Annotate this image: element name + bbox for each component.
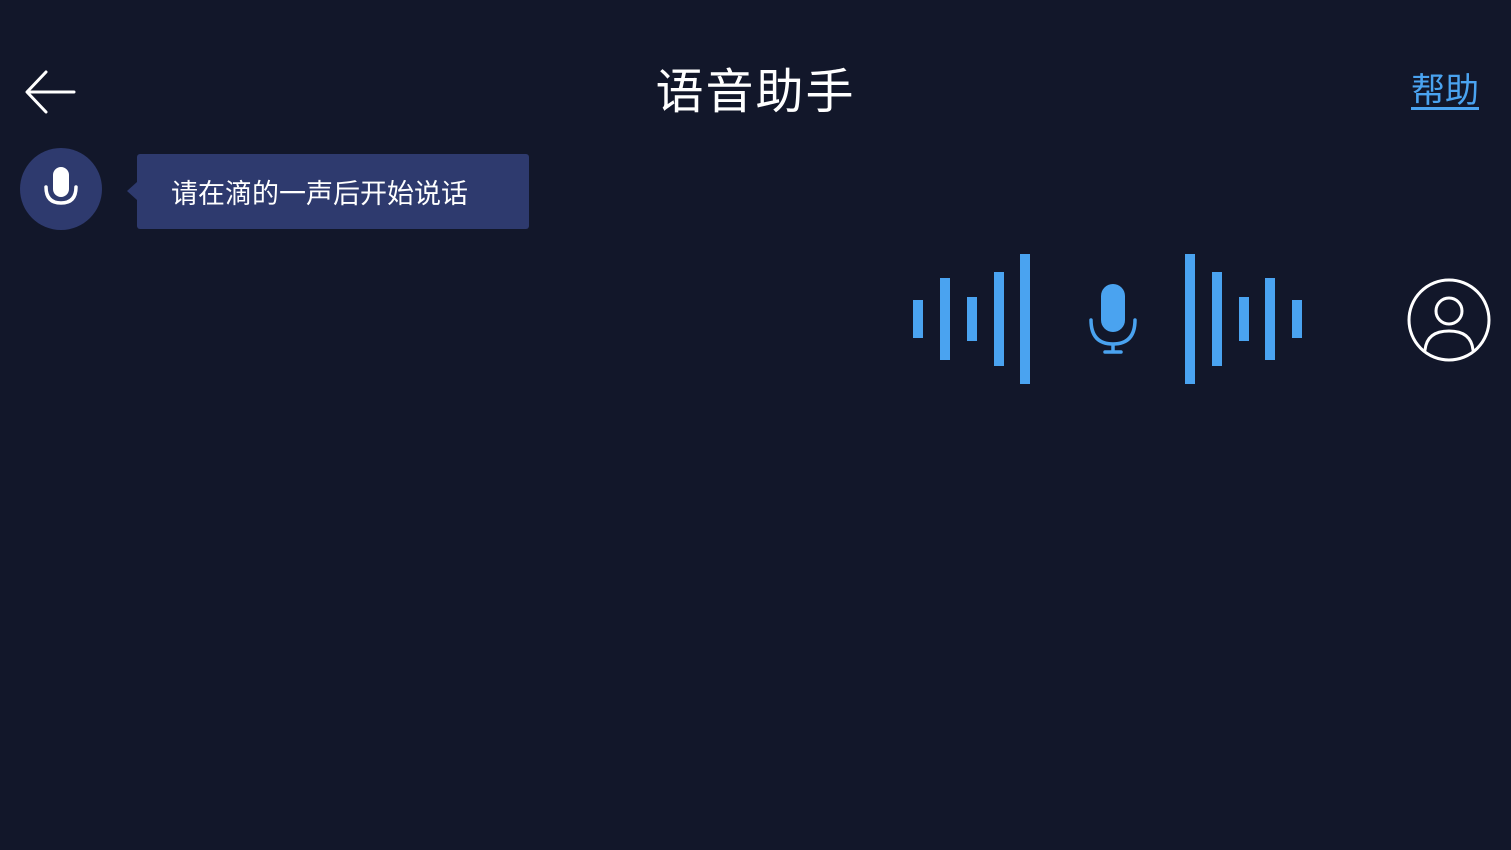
user-avatar-button[interactable] xyxy=(1405,276,1493,364)
wave-bar xyxy=(1265,278,1275,360)
wave-bar xyxy=(1239,297,1249,341)
help-link[interactable]: 帮助 xyxy=(1411,68,1479,114)
user-avatar-icon xyxy=(1407,278,1491,362)
prompt-bubble: 请在滴的一声后开始说话 xyxy=(127,154,529,229)
wave-bar xyxy=(1185,254,1195,384)
assistant-avatar xyxy=(20,148,102,230)
wave-bar xyxy=(994,272,1004,366)
prompt-text: 请在滴的一声后开始说话 xyxy=(171,179,468,210)
wave-bar xyxy=(1020,254,1030,384)
voice-wave-visualizer xyxy=(913,254,1302,384)
voice-assistant-screen: 语音助手 帮助 请在滴的一声后开始说话 xyxy=(0,0,1511,850)
wave-bar xyxy=(1292,300,1302,338)
wave-bar xyxy=(967,297,977,341)
microphone-icon xyxy=(1089,284,1137,354)
page-title: 语音助手 xyxy=(655,64,856,120)
wave-bar xyxy=(1212,272,1222,366)
microphone-icon xyxy=(44,167,78,205)
wave-bar xyxy=(940,278,950,360)
wave-bar xyxy=(913,300,923,338)
